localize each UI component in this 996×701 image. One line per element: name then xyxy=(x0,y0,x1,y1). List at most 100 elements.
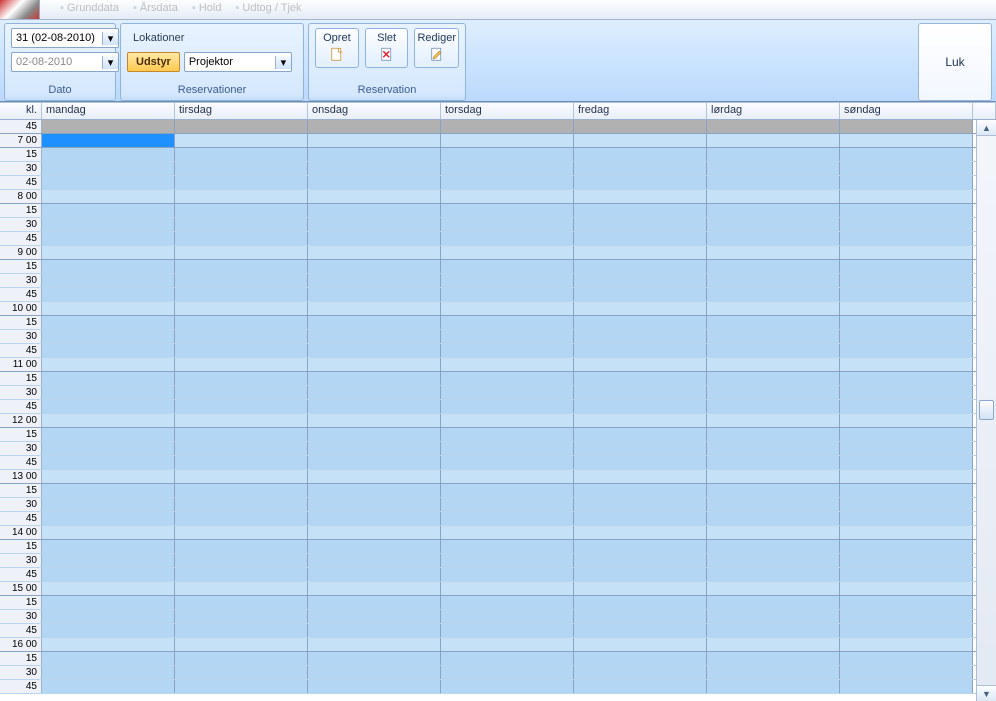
schedule-cell[interactable] xyxy=(441,638,574,651)
schedule-cell[interactable] xyxy=(707,526,840,539)
schedule-cell[interactable] xyxy=(840,428,973,441)
schedule-cell[interactable] xyxy=(574,274,707,287)
schedule-cell[interactable] xyxy=(42,428,175,441)
schedule-cell[interactable] xyxy=(42,260,175,273)
schedule-cell[interactable] xyxy=(42,120,175,133)
schedule-cell[interactable] xyxy=(42,680,175,693)
schedule-cell[interactable] xyxy=(574,596,707,609)
schedule-cell[interactable] xyxy=(441,176,574,189)
schedule-cell[interactable] xyxy=(441,274,574,287)
schedule-cell[interactable] xyxy=(308,204,441,217)
day-header[interactable]: fredag xyxy=(574,102,707,119)
schedule-cell[interactable] xyxy=(574,330,707,343)
schedule-cell[interactable] xyxy=(441,582,574,595)
schedule-cell[interactable] xyxy=(42,596,175,609)
schedule-cell[interactable] xyxy=(308,330,441,343)
schedule-cell[interactable] xyxy=(574,638,707,651)
schedule-cell[interactable] xyxy=(574,568,707,581)
schedule-cell[interactable] xyxy=(441,498,574,511)
schedule-cell[interactable] xyxy=(840,624,973,637)
day-header[interactable]: lørdag xyxy=(707,102,840,119)
menu-arsdata[interactable]: Årsdata xyxy=(133,2,178,14)
schedule-cell[interactable] xyxy=(441,540,574,553)
schedule-cell[interactable] xyxy=(308,470,441,483)
lokationer-button[interactable]: Lokationer xyxy=(127,28,190,48)
schedule-cell[interactable] xyxy=(707,134,840,147)
schedule-cell[interactable] xyxy=(308,162,441,175)
schedule-cell[interactable] xyxy=(175,330,308,343)
schedule-cell[interactable] xyxy=(707,316,840,329)
schedule-cell[interactable] xyxy=(574,344,707,357)
schedule-cell[interactable] xyxy=(42,624,175,637)
schedule-cell[interactable] xyxy=(308,414,441,427)
schedule-cell[interactable] xyxy=(175,302,308,315)
schedule-cell[interactable] xyxy=(441,302,574,315)
schedule-cell[interactable] xyxy=(308,498,441,511)
schedule-cell[interactable] xyxy=(707,680,840,693)
schedule-cell[interactable] xyxy=(441,624,574,637)
schedule-cell[interactable] xyxy=(42,442,175,455)
schedule-cell[interactable] xyxy=(42,610,175,623)
schedule-cell[interactable] xyxy=(42,330,175,343)
schedule-cell[interactable] xyxy=(840,302,973,315)
schedule-cell[interactable] xyxy=(308,512,441,525)
schedule-cell[interactable] xyxy=(707,372,840,385)
schedule-cell[interactable] xyxy=(175,470,308,483)
schedule-cell[interactable] xyxy=(308,372,441,385)
menu-hold[interactable]: Hold xyxy=(192,2,222,14)
schedule-cell[interactable] xyxy=(175,176,308,189)
schedule-cell[interactable] xyxy=(840,652,973,665)
schedule-cell[interactable] xyxy=(840,666,973,679)
schedule-cell[interactable] xyxy=(175,288,308,301)
schedule-cell[interactable] xyxy=(574,470,707,483)
schedule-cell[interactable] xyxy=(574,246,707,259)
schedule-cell[interactable] xyxy=(308,190,441,203)
schedule-cell[interactable] xyxy=(175,260,308,273)
schedule-cell[interactable] xyxy=(441,554,574,567)
schedule-cell[interactable] xyxy=(441,190,574,203)
schedule-cell[interactable] xyxy=(840,162,973,175)
schedule-cell[interactable] xyxy=(308,610,441,623)
schedule-cell[interactable] xyxy=(840,456,973,469)
schedule-cell[interactable] xyxy=(308,624,441,637)
schedule-cell[interactable] xyxy=(707,218,840,231)
schedule-cell[interactable] xyxy=(42,232,175,245)
schedule-cell[interactable] xyxy=(707,400,840,413)
schedule-cell[interactable] xyxy=(441,288,574,301)
schedule-cell[interactable] xyxy=(441,652,574,665)
schedule-cell[interactable] xyxy=(707,428,840,441)
schedule-cell[interactable] xyxy=(175,414,308,427)
schedule-cell[interactable] xyxy=(308,428,441,441)
schedule-cell[interactable] xyxy=(574,582,707,595)
schedule-cell[interactable] xyxy=(175,218,308,231)
schedule-cell[interactable] xyxy=(574,624,707,637)
schedule-cell[interactable] xyxy=(840,470,973,483)
schedule-cell[interactable] xyxy=(441,442,574,455)
schedule-cell[interactable] xyxy=(175,596,308,609)
schedule-cell[interactable] xyxy=(42,302,175,315)
slet-button[interactable]: Slet xyxy=(365,28,409,68)
schedule-cell[interactable] xyxy=(308,400,441,413)
schedule-cell[interactable] xyxy=(42,204,175,217)
schedule-cell[interactable] xyxy=(840,610,973,623)
schedule-cell[interactable] xyxy=(308,134,441,147)
schedule-cell[interactable] xyxy=(574,652,707,665)
schedule-cell[interactable] xyxy=(707,652,840,665)
schedule-cell[interactable] xyxy=(840,372,973,385)
schedule-cell[interactable] xyxy=(441,596,574,609)
schedule-cell[interactable] xyxy=(42,456,175,469)
schedule-cell[interactable] xyxy=(441,470,574,483)
schedule-cell[interactable] xyxy=(840,386,973,399)
type-combo[interactable]: ▾ xyxy=(184,52,292,72)
schedule-cell[interactable] xyxy=(175,638,308,651)
schedule-cell[interactable] xyxy=(42,176,175,189)
schedule-cell[interactable] xyxy=(707,204,840,217)
schedule-cell[interactable] xyxy=(42,386,175,399)
schedule-cell[interactable] xyxy=(441,120,574,133)
schedule-cell[interactable] xyxy=(308,442,441,455)
schedule-cell[interactable] xyxy=(441,344,574,357)
schedule-cell[interactable] xyxy=(840,512,973,525)
chevron-down-icon[interactable]: ▾ xyxy=(275,56,291,69)
opret-button[interactable]: Opret xyxy=(315,28,359,68)
scroll-thumb[interactable] xyxy=(979,400,994,420)
